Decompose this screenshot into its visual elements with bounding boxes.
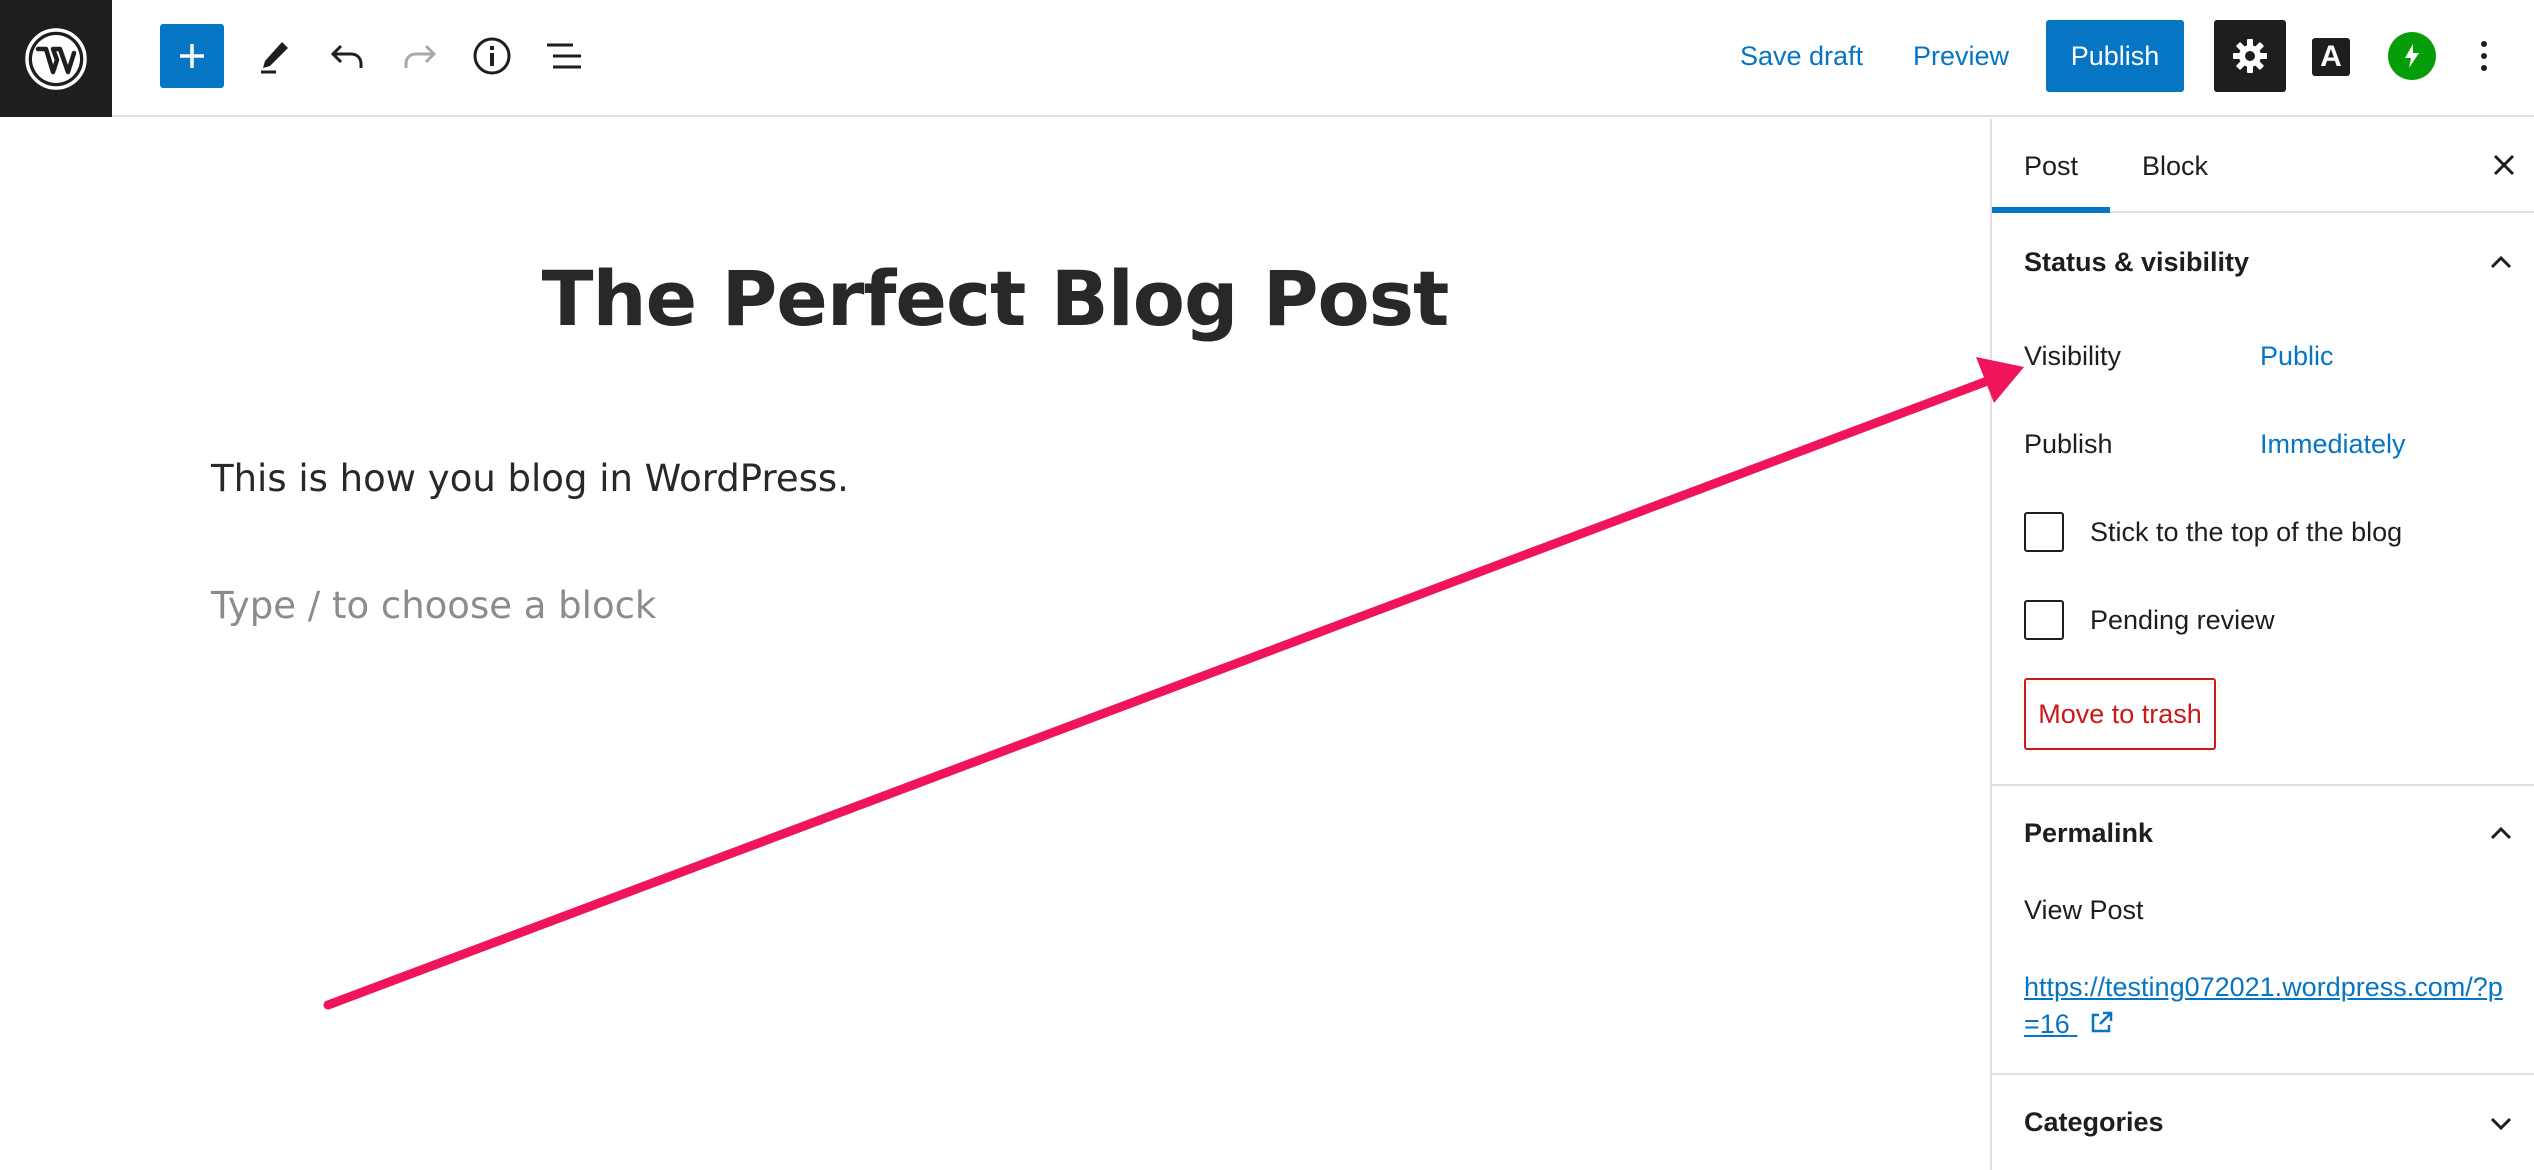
publish-date-toggle[interactable]: Immediately [2260, 429, 2406, 460]
pencil-icon [261, 42, 288, 74]
settings-button[interactable] [2214, 20, 2286, 92]
pending-review-checkbox[interactable] [2024, 600, 2064, 640]
categories-panel-toggle[interactable]: Categories [1992, 1075, 2534, 1169]
post-title[interactable]: The Perfect Blog Post [0, 254, 1990, 343]
tab-block[interactable]: Block [2142, 119, 2208, 213]
save-draft-button[interactable]: Save draft [1740, 30, 1863, 82]
tools-button[interactable] [242, 20, 306, 92]
jetpack-icon [2405, 44, 2419, 68]
sticky-checkbox[interactable] [2024, 512, 2064, 552]
move-to-trash-button[interactable]: Move to trash [2024, 678, 2216, 750]
more-vertical-icon [2481, 41, 2487, 47]
redo-button[interactable] [388, 20, 452, 92]
view-post-label: View Post [2024, 895, 2144, 925]
undo-icon [330, 44, 363, 68]
block-appender-placeholder[interactable]: Type / to choose a block [211, 584, 656, 627]
wordpress-logo-icon [25, 27, 87, 90]
jetpack-button[interactable] [2388, 32, 2436, 80]
close-icon[interactable] [2488, 149, 2520, 181]
more-options-button[interactable] [2470, 32, 2498, 80]
chevron-down-icon [2490, 1117, 2512, 1131]
publish-button[interactable]: Publish [2046, 20, 2184, 92]
amp-icon: A [2320, 40, 2342, 73]
plus-icon [180, 44, 204, 68]
preview-button[interactable]: Preview [1913, 30, 2009, 82]
gear-icon [2233, 39, 2267, 73]
amp-button[interactable]: A [2312, 38, 2350, 76]
editor-top-toolbar: Save draft Preview Publish A [0, 0, 2534, 117]
paragraph-block[interactable]: This is how you blog in WordPress. [211, 457, 849, 500]
add-block-button[interactable] [160, 24, 224, 88]
pending-review-checkbox-label[interactable]: Pending review [2090, 605, 2275, 636]
info-icon [473, 37, 511, 75]
visibility-label: Visibility [2024, 341, 2122, 371]
status-visibility-panel-toggle[interactable]: Status & visibility [1992, 215, 2534, 309]
permalink-panel-toggle[interactable]: Permalink [1992, 786, 2534, 880]
external-link-icon [2092, 1011, 2113, 1033]
panel-title-categories: Categories [2024, 1107, 2164, 1137]
panel-title-permalink: Permalink [2024, 818, 2154, 848]
tab-post[interactable]: Post [1992, 119, 2111, 213]
undo-button[interactable] [315, 20, 379, 92]
chevron-up-icon [2490, 255, 2512, 269]
details-button[interactable] [460, 20, 524, 92]
redo-icon [404, 44, 437, 68]
editor-canvas: The Perfect Blog Post This is how you bl… [0, 119, 1990, 1170]
sticky-checkbox-label[interactable]: Stick to the top of the blog [2090, 517, 2402, 548]
sidebar-tabs: Post Block [1992, 119, 2534, 213]
settings-sidebar: Post Block Status & visibility Visibilit… [1990, 119, 2534, 1170]
permalink-link[interactable]: https://testing072021.wordpress.com/?p=1… [2024, 969, 2504, 1043]
wordpress-logo-button[interactable] [0, 0, 112, 117]
chevron-up-icon [2490, 826, 2512, 840]
list-view-icon [547, 43, 581, 69]
panel-title-status: Status & visibility [2024, 247, 2250, 277]
list-view-button[interactable] [532, 20, 596, 92]
visibility-toggle[interactable]: Public [2260, 341, 2334, 372]
publish-date-label: Publish [2024, 429, 2113, 459]
